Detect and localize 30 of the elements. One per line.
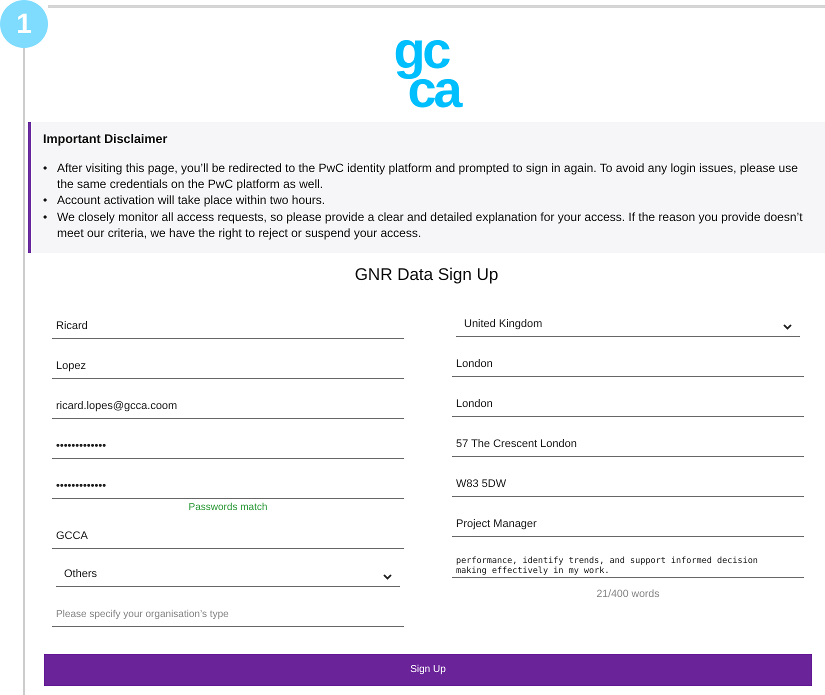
match-message: Passwords match <box>188 502 268 513</box>
disclaimer-item: After visiting this page, you’ll be redirected to the PwC identity platform and prompted to sign in again. To avoid any login issues, please use the same credentials on the PwC platform as well. <box>57 160 799 192</box>
disclaimer-item: Account activation will take place within two hours. <box>57 192 326 209</box>
bullet: • <box>43 160 48 177</box>
text-area[interactable]: performance, identify trends, and support informed decision making effectively in my work. <box>452 544 804 578</box>
bullet: • <box>43 208 48 226</box>
form-title: GNR Data Sign Up <box>354 264 500 285</box>
logo: gc ca <box>394 21 460 121</box>
disclaimer-title: Important Disclaimer <box>43 132 168 146</box>
input-field[interactable]: W83 5DW <box>452 458 804 497</box>
caret-icon <box>783 324 792 330</box>
input-field[interactable]: London <box>452 378 804 417</box>
password-field[interactable]: ••••••••••••• <box>52 420 404 459</box>
input-field[interactable]: Ricard <box>52 300 404 339</box>
input-field[interactable]: 57 The Crescent London <box>452 418 804 457</box>
word-count: 21/400 words <box>595 588 661 600</box>
dropdown-field[interactable]: United Kingdom <box>456 298 800 337</box>
sign-up-button[interactable]: Sign Up <box>44 654 812 686</box>
step-badge: 1 <box>0 0 48 48</box>
input-field[interactable]: London <box>452 338 804 377</box>
input-field[interactable]: GCCA <box>52 510 404 549</box>
password-field[interactable]: ••••••••••••• <box>52 460 404 499</box>
disclaimer-item: We closely monitor all access requests, so please provide a clear and detailed explanation for your access. If the reason you provide doesn’t meet our criteria, we have the right to reject or suspend your access. <box>57 208 804 241</box>
input-field[interactable]: Project Manager <box>452 498 804 537</box>
input-field[interactable]: Lopez <box>52 340 404 379</box>
input-field[interactable]: Please specify your organisation’s type <box>52 588 404 627</box>
dropdown-field[interactable]: Others <box>56 548 400 587</box>
caret-icon <box>383 574 392 580</box>
bullet: • <box>43 192 48 209</box>
input-field[interactable]: ricard.lopes@gcca.coom <box>52 380 404 419</box>
